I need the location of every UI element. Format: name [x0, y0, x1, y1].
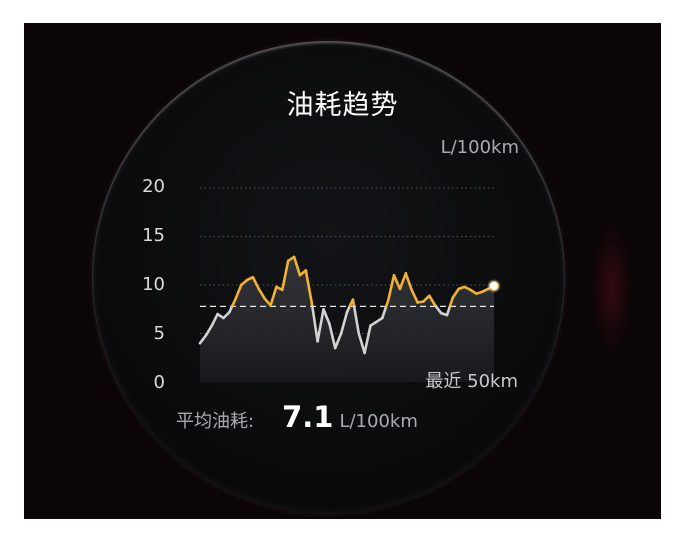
- average-value: 7.1: [282, 400, 334, 434]
- area-fill: [200, 256, 494, 382]
- average-consumption: 平均油耗: 7.1 L/100km: [176, 400, 418, 434]
- current-point-marker: [489, 280, 499, 291]
- average-label: 平均油耗:: [176, 411, 255, 432]
- distance-range-label: 最近 50km: [425, 371, 518, 392]
- fuel-trend-chart: [198, 187, 501, 382]
- average-unit: L/100km: [339, 411, 418, 432]
